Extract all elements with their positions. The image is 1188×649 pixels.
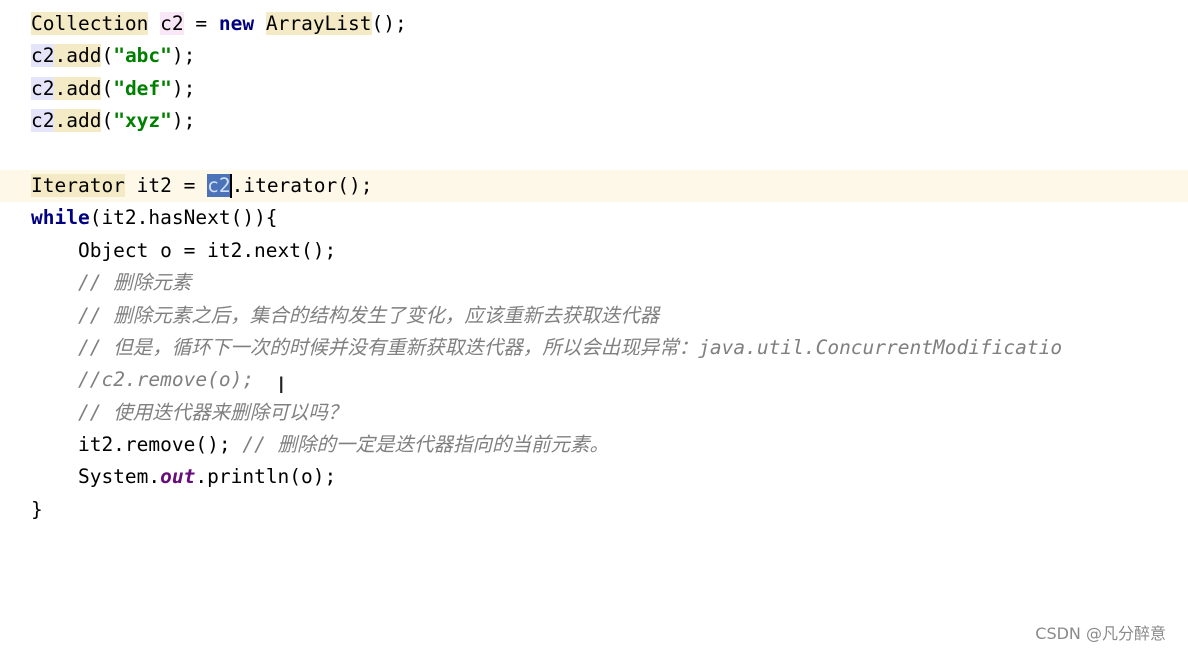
code-editor[interactable]: Collection c2 = new ArrayList(); c2.add("… — [0, 8, 1188, 526]
code-token: //c2.remove(o); — [77, 368, 255, 392]
code-token: Iterator — [31, 173, 125, 197]
code-line[interactable]: // 使用迭代器来删除可以吗？ — [0, 397, 1188, 429]
code-token: .println(o); — [195, 465, 337, 489]
code-token: ); — [171, 44, 196, 68]
code-token: c2 — [207, 173, 231, 197]
code-token: // 删除元素 — [77, 271, 192, 295]
code-token: .add — [54, 76, 102, 100]
code-token: c2 — [31, 109, 55, 133]
code-token: // 删除元素之后，集合的结构发生了变化，应该重新去获取迭代器 — [77, 303, 660, 327]
code-line[interactable]: // 删除元素 — [0, 267, 1188, 299]
code-line[interactable]: c2.add("def"); — [0, 73, 1188, 105]
code-token: while — [31, 206, 90, 230]
code-token: Collection — [31, 12, 149, 35]
code-token: Object o = it2.next(); — [31, 238, 337, 262]
code-token: = — [183, 12, 219, 35]
code-token: } — [31, 497, 43, 521]
code-token: ArrayList — [265, 12, 372, 35]
code-line[interactable]: while(it2.hasNext()){ — [0, 202, 1188, 234]
watermark: CSDN @凡分醉意 — [1035, 624, 1166, 643]
code-token: // 但是，循环下一次的时候并没有重新获取迭代器，所以会出现异常：java.ut… — [77, 335, 1063, 359]
code-line[interactable]: c2.add("abc"); — [0, 40, 1188, 72]
code-token: // 删除的一定是迭代器指向的当前元素。 — [242, 433, 610, 457]
code-token: "xyz" — [113, 109, 172, 133]
code-line[interactable]: c2.add("xyz"); — [0, 105, 1188, 137]
code-token: .add — [54, 109, 102, 133]
code-line[interactable] — [0, 138, 1188, 170]
code-line[interactable]: it2.remove(); // 删除的一定是迭代器指向的当前元素。 — [0, 429, 1188, 461]
code-line[interactable]: Iterator it2 = c2.iterator(); — [0, 169, 1188, 203]
code-token: ( — [101, 76, 114, 100]
code-line[interactable]: // 删除元素之后，集合的结构发生了变化，应该重新去获取迭代器 — [0, 300, 1188, 332]
code-token: c2 — [31, 44, 55, 68]
code-token: ); — [171, 109, 196, 133]
code-token: .add — [54, 44, 102, 68]
code-line[interactable]: // 但是，循环下一次的时候并没有重新获取迭代器，所以会出现异常：java.ut… — [0, 332, 1188, 364]
code-token: ( — [101, 44, 114, 68]
code-token: ( — [101, 109, 114, 133]
code-token: .iterator(); — [231, 173, 373, 197]
code-token: (); — [371, 12, 407, 35]
code-token: System. — [31, 465, 161, 489]
code-line[interactable]: //c2.remove(o); — [0, 364, 1188, 396]
code-token: "abc" — [113, 44, 172, 68]
code-line[interactable]: Collection c2 = new ArrayList(); — [0, 8, 1188, 40]
code-token: it2 = — [124, 173, 208, 197]
code-token: ); — [171, 76, 196, 100]
code-token: // 使用迭代器来删除可以吗？ — [77, 400, 348, 424]
code-token: out — [160, 465, 196, 489]
code-token: new — [218, 12, 255, 35]
code-line[interactable]: Object o = it2.next(); — [0, 235, 1188, 267]
code-token: it2.remove(); — [31, 433, 243, 457]
code-line[interactable]: System.out.println(o); — [0, 461, 1188, 493]
code-token: c2 — [160, 12, 184, 35]
code-token: (it2.hasNext()){ — [89, 206, 278, 230]
code-token: "def" — [113, 76, 172, 100]
text-cursor-icon: I — [278, 374, 285, 399]
code-token: c2 — [31, 76, 55, 100]
code-line[interactable]: } — [0, 494, 1188, 526]
